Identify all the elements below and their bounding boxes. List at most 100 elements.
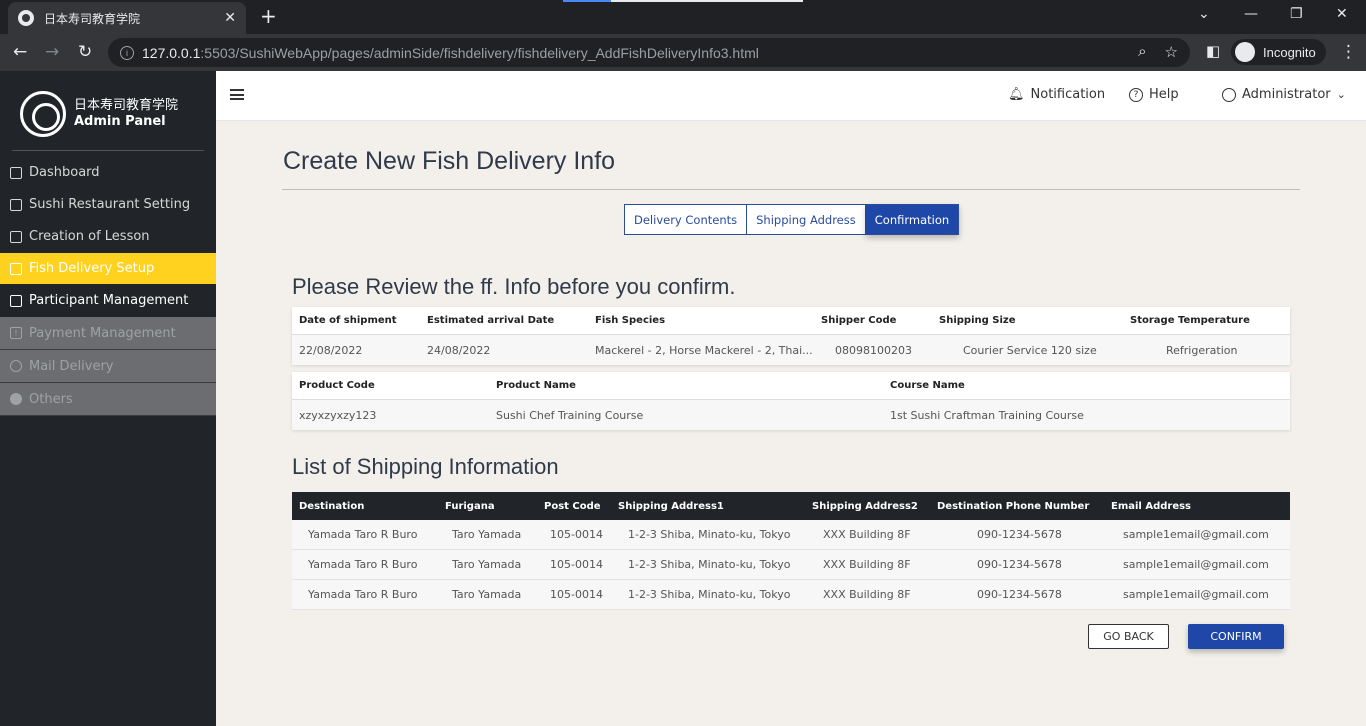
minimize-icon[interactable]: — [1244, 6, 1258, 22]
url-host: 127.0.0.1 [142, 44, 201, 61]
users-icon [10, 166, 22, 179]
brand-subtitle: Admin Panel [74, 114, 166, 129]
column-header: Date of shipment [299, 315, 397, 326]
tab-search-icon[interactable]: ⌄ [1198, 6, 1210, 22]
main-content: Create New Fish Delivery Info Delivery C… [216, 122, 1366, 726]
side-panel-icon[interactable]: ◧ [1206, 42, 1220, 60]
sidebar-item-sushi-restaurant-setting[interactable]: Sushi Restaurant Setting [0, 189, 216, 220]
back-arrow-icon[interactable]: ← [13, 42, 27, 62]
zoom-icon[interactable]: ⌕ [1138, 43, 1146, 61]
globe-icon [18, 10, 34, 26]
table-cell: Taro Yamada [452, 558, 522, 571]
help-link[interactable]: ? Help [1129, 87, 1179, 102]
column-header: Course Name [890, 380, 965, 391]
tab-shipping-address[interactable]: Shipping Address [747, 204, 866, 235]
notification-label: Notification [1030, 87, 1106, 102]
sidebar-item-creation-of-lesson[interactable]: Creation of Lesson [0, 221, 216, 252]
close-tab-icon[interactable]: ✕ [224, 10, 236, 26]
page-title: Create New Fish Delivery Info [283, 147, 616, 175]
table-row: Yamada Taro R Buro Taro Yamada 105-0014 … [292, 520, 1290, 550]
sidebar-item-fish-delivery-setup[interactable]: Fish Delivery Setup [0, 253, 216, 284]
go-back-button[interactable]: GO BACK [1088, 624, 1169, 649]
table-header: Product Code Product Name Course Name [292, 372, 1290, 400]
table-row: Yamada Taro R Buro Taro Yamada 105-0014 … [292, 550, 1290, 580]
table-cell: sample1email@gmail.com [1123, 558, 1269, 571]
chat-icon [10, 360, 22, 372]
confirm-button[interactable]: CONFIRM [1188, 624, 1284, 649]
table-cell: Courier Service 120 size [963, 343, 1097, 357]
column-header: Estimated arrival Date [427, 315, 555, 326]
new-tab-icon[interactable]: + [260, 6, 277, 26]
sidebar-item-dashboard[interactable]: Dashboard [0, 157, 216, 188]
table-cell: Yamada Taro R Buro [308, 558, 418, 571]
column-header: Email Address [1111, 500, 1192, 512]
address-bar[interactable]: i 127.0.0.1 :5503/SushiWebApp/pages/admi… [108, 38, 1190, 67]
incognito-icon [1235, 42, 1255, 62]
table-cell: Sushi Chef Training Course [496, 408, 644, 422]
sidebar-item-label: Participant Management [29, 293, 189, 308]
column-header: Fish Species [595, 315, 666, 326]
tab-confirmation[interactable]: Confirmation [865, 204, 960, 235]
table-cell: sample1email@gmail.com [1123, 528, 1269, 541]
chevron-down-icon: ⌄ [1336, 88, 1346, 101]
warning-icon: ! [10, 327, 22, 339]
user-menu[interactable]: Administrator ⌄ [1222, 87, 1346, 102]
column-header: Destination Phone Number [937, 500, 1090, 512]
table-cell: Yamada Taro R Buro [308, 528, 418, 541]
restore-icon[interactable]: ❐ [1290, 6, 1303, 22]
id-card-icon [10, 294, 22, 307]
url-path: :5503/SushiWebApp/pages/adminSide/fishde… [200, 44, 759, 61]
table-cell: Taro Yamada [452, 588, 522, 601]
table-cell: xzyxzyxzy123 [299, 408, 377, 422]
brand[interactable]: 日本寿司教育学院 Admin Panel [20, 91, 178, 137]
table-header: Date of shipment Estimated arrival Date … [292, 307, 1290, 335]
incognito-label: Incognito [1263, 44, 1316, 60]
table-cell: 105-0014 [550, 558, 603, 571]
sidebar-item-participant-management[interactable]: Participant Management [0, 285, 216, 316]
browser-tab[interactable]: 日本寿司教育学院 ✕ [8, 2, 246, 34]
hamburger-menu-icon[interactable] [230, 89, 244, 100]
browser-tab-strip: 日本寿司教育学院 ✕ + ⌄ — ❐ ✕ [0, 0, 1366, 34]
sidebar-item-label: Others [29, 391, 73, 407]
table-header: Destination Furigana Post Code Shipping … [292, 492, 1290, 520]
table-cell: XXX Building 8F [823, 588, 911, 601]
menu-kebab-icon[interactable]: ⋮ [1340, 42, 1357, 62]
table-cell: Taro Yamada [452, 528, 522, 541]
table-cell: 105-0014 [550, 528, 603, 541]
delivery-info-table: Date of shipment Estimated arrival Date … [292, 307, 1290, 365]
forward-arrow-icon[interactable]: → [45, 42, 59, 62]
document-icon [10, 198, 22, 211]
tab-delivery-contents[interactable]: Delivery Contents [624, 204, 748, 235]
close-window-icon[interactable]: ✕ [1336, 6, 1348, 22]
table-cell: 08098100203 [835, 343, 912, 357]
table-cell: 090-1234-5678 [977, 588, 1062, 601]
column-header: Shipping Address1 [618, 500, 724, 512]
product-info-table: Product Code Product Name Course Name xz… [292, 372, 1290, 430]
info-icon[interactable]: i [120, 45, 134, 60]
user-label: Administrator [1242, 87, 1331, 102]
table-cell: 1-2-3 Shiba, Minato-ku, Tokyo [628, 558, 791, 571]
table-cell: 1st Sushi Craftman Training Course [890, 408, 1084, 422]
browser-toolbar: ← → ↻ i 127.0.0.1 :5503/SushiWebApp/page… [0, 34, 1366, 71]
column-header: Product Code [299, 380, 375, 391]
shipping-info-table: Destination Furigana Post Code Shipping … [292, 492, 1290, 610]
sidebar-item-label: Sushi Restaurant Setting [29, 197, 191, 212]
table-row: 22/08/2022 24/08/2022 Mackerel - 2, Hors… [292, 335, 1290, 365]
reload-icon[interactable]: ↻ [78, 42, 92, 62]
review-heading: Please Review the ff. Info before you co… [292, 274, 736, 299]
table-cell: XXX Building 8F [823, 528, 911, 541]
bookmark-star-icon[interactable]: ☆ [1165, 43, 1178, 61]
help-label: Help [1149, 87, 1179, 102]
sidebar-item-label: Payment Management [29, 325, 176, 341]
sidebar-divider [12, 150, 204, 151]
sidebar-item-label: Creation of Lesson [29, 229, 150, 244]
title-divider [282, 189, 1300, 190]
table-row: Yamada Taro R Buro Taro Yamada 105-0014 … [292, 580, 1290, 610]
notification-link[interactable]: 🔔︎ Notification [1008, 87, 1105, 102]
incognito-badge[interactable]: Incognito [1231, 39, 1326, 65]
table-cell: 22/08/2022 [299, 343, 363, 357]
table-cell: 1-2-3 Shiba, Minato-ku, Tokyo [628, 588, 791, 601]
step-tabs: Delivery Contents Shipping Address Confi… [624, 204, 960, 235]
table-cell: 090-1234-5678 [977, 528, 1062, 541]
column-header: Post Code [544, 500, 601, 512]
